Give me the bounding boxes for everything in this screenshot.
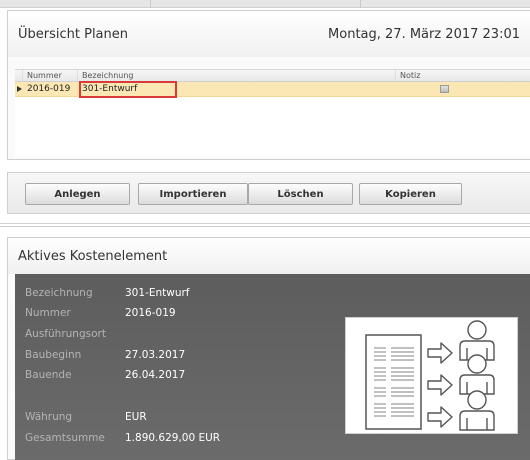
overview-header: Übersicht Planen Montag, 27. März 2017 2…: [8, 11, 530, 57]
top-strip: [0, 0, 530, 8]
value-bezeichnung: 301-Entwurf: [125, 287, 190, 299]
overview-panel: Übersicht Planen Montag, 27. März 2017 2…: [7, 10, 530, 160]
document-to-persons-illustration: [345, 317, 518, 434]
details-area: Bezeichnung 301-Entwurf Nummer 2016-019 …: [15, 274, 530, 460]
current-datetime: Montag, 27. März 2017 23:01: [328, 26, 520, 42]
action-bar: Anlegen Importieren Löschen Kopieren: [7, 172, 530, 214]
highlight-box: [79, 81, 177, 98]
label-waehrung: Währung: [25, 411, 73, 423]
overview-title: Übersicht Planen: [18, 26, 129, 42]
active-cost-element-panel: Aktives Kostenelement Bezeichnung 301-En…: [7, 237, 530, 460]
row-indicator-icon: [15, 82, 23, 96]
header-indicator: [15, 70, 23, 81]
cell-nummer[interactable]: 2016-019: [23, 82, 78, 96]
column-header-notiz[interactable]: Notiz: [396, 70, 530, 81]
section-divider: [0, 223, 530, 227]
value-nummer: 2016-019: [125, 307, 176, 319]
value-waehrung: EUR: [125, 411, 147, 423]
label-ausfuehrungsort: Ausführungsort: [25, 328, 106, 340]
note-icon[interactable]: [440, 85, 449, 93]
importieren-button[interactable]: Importieren: [138, 183, 248, 205]
active-header: Aktives Kostenelement: [8, 238, 530, 274]
strip-tick: [360, 0, 361, 8]
anlegen-button[interactable]: Anlegen: [25, 183, 130, 205]
label-bauende: Bauende: [25, 369, 72, 381]
label-nummer: Nummer: [25, 307, 71, 319]
active-title: Aktives Kostenelement: [18, 248, 168, 264]
label-baubeginn: Baubeginn: [25, 349, 82, 361]
value-gesamtsumme: 1.890.629,00 EUR: [125, 432, 221, 444]
label-gesamtsumme: Gesamtsumme: [25, 432, 105, 444]
table-row[interactable]: 2016-019 301-Entwurf: [15, 81, 530, 98]
label-bezeichnung: Bezeichnung: [25, 287, 93, 299]
loeschen-button[interactable]: Löschen: [248, 183, 353, 205]
value-bauende: 26.04.2017: [125, 369, 186, 381]
cell-notiz[interactable]: [396, 82, 530, 96]
column-header-nummer[interactable]: Nummer: [23, 70, 78, 81]
kopieren-button[interactable]: Kopieren: [359, 183, 462, 205]
strip-tick: [150, 0, 151, 8]
plans-grid: Nummer Bezeichnung Notiz 2016-019 301-En…: [15, 69, 530, 157]
value-baubeginn: 27.03.2017: [125, 349, 186, 361]
column-header-bezeichnung[interactable]: Bezeichnung: [78, 70, 396, 81]
